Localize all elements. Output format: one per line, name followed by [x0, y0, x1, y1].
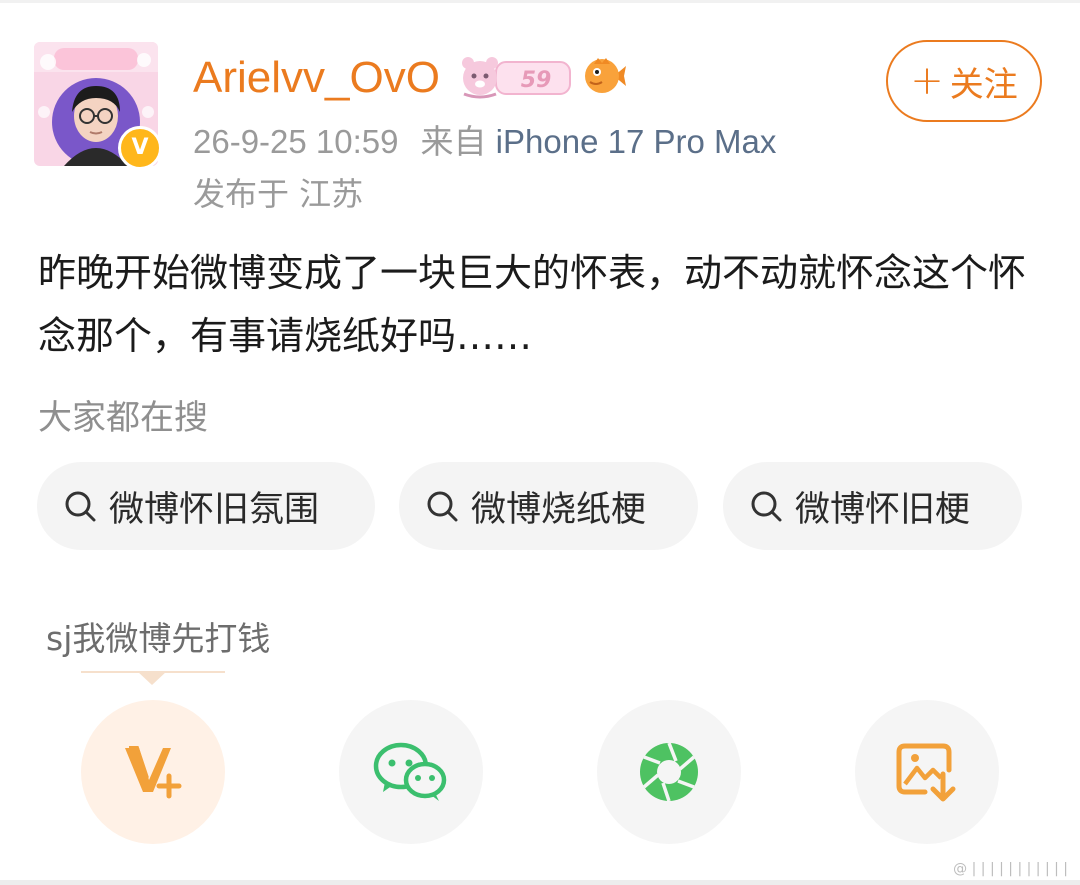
device-link[interactable]: iPhone 17 Pro Max: [496, 123, 777, 160]
wechat-icon: [373, 742, 447, 801]
member-rank-badge[interactable]: 59: [458, 54, 572, 100]
follow-button-label: 关注: [949, 64, 1018, 105]
top-divider: [0, 0, 1080, 3]
vplus-share-button[interactable]: [81, 700, 225, 844]
search-chip[interactable]: 微博怀旧梗: [723, 462, 1022, 550]
search-chip-label: 微博烧纸梗: [471, 489, 647, 530]
username[interactable]: Arielvv_OvO: [193, 50, 440, 106]
search-chip-label: 微博怀旧氛围: [109, 489, 320, 530]
verified-badge-icon: V: [118, 126, 162, 170]
moments-share-button[interactable]: [597, 700, 741, 844]
search-chip-label: 微博怀旧梗: [795, 489, 971, 530]
post-location: 发布于 江苏: [193, 175, 364, 213]
share-caption: sj我微博先打钱: [46, 619, 271, 658]
source-prefix: 来自: [420, 123, 487, 160]
post-timestamp: 26-9-25 10:59: [193, 123, 399, 160]
rank-badge-number: 59: [521, 68, 552, 93]
fish-icon: [585, 58, 626, 93]
plus-icon: +: [910, 58, 944, 104]
bottom-divider: [0, 880, 1080, 885]
watermark: @ | | | | | | | | | | |: [953, 861, 1068, 877]
post-meta: 26-9-25 10:59 来自 iPhone 17 Pro Max: [193, 120, 776, 164]
moments-aperture-icon: [640, 742, 698, 802]
follow-button[interactable]: + 关注: [886, 40, 1042, 122]
caption-pointer: [137, 671, 167, 685]
search-icon: [65, 491, 96, 522]
search-chip[interactable]: 微博烧纸梗: [399, 462, 698, 550]
v-plus-icon: [125, 746, 182, 799]
search-icon: [427, 491, 458, 522]
wechat-share-button[interactable]: [339, 700, 483, 844]
trending-search-title: 大家都在搜: [38, 398, 208, 438]
fish-badge[interactable]: [580, 52, 628, 100]
post-text: 昨晚开始微博变成了一块巨大的怀表，动不动就怀念这个怀念那个，有事请烧纸好吗……: [38, 251, 1027, 358]
save-image-button[interactable]: [855, 700, 999, 844]
save-image-icon: [896, 743, 956, 802]
search-icon: [751, 491, 782, 522]
bear-badge-icon: 59: [462, 57, 571, 99]
search-chip[interactable]: 微博怀旧氛围: [37, 462, 375, 550]
